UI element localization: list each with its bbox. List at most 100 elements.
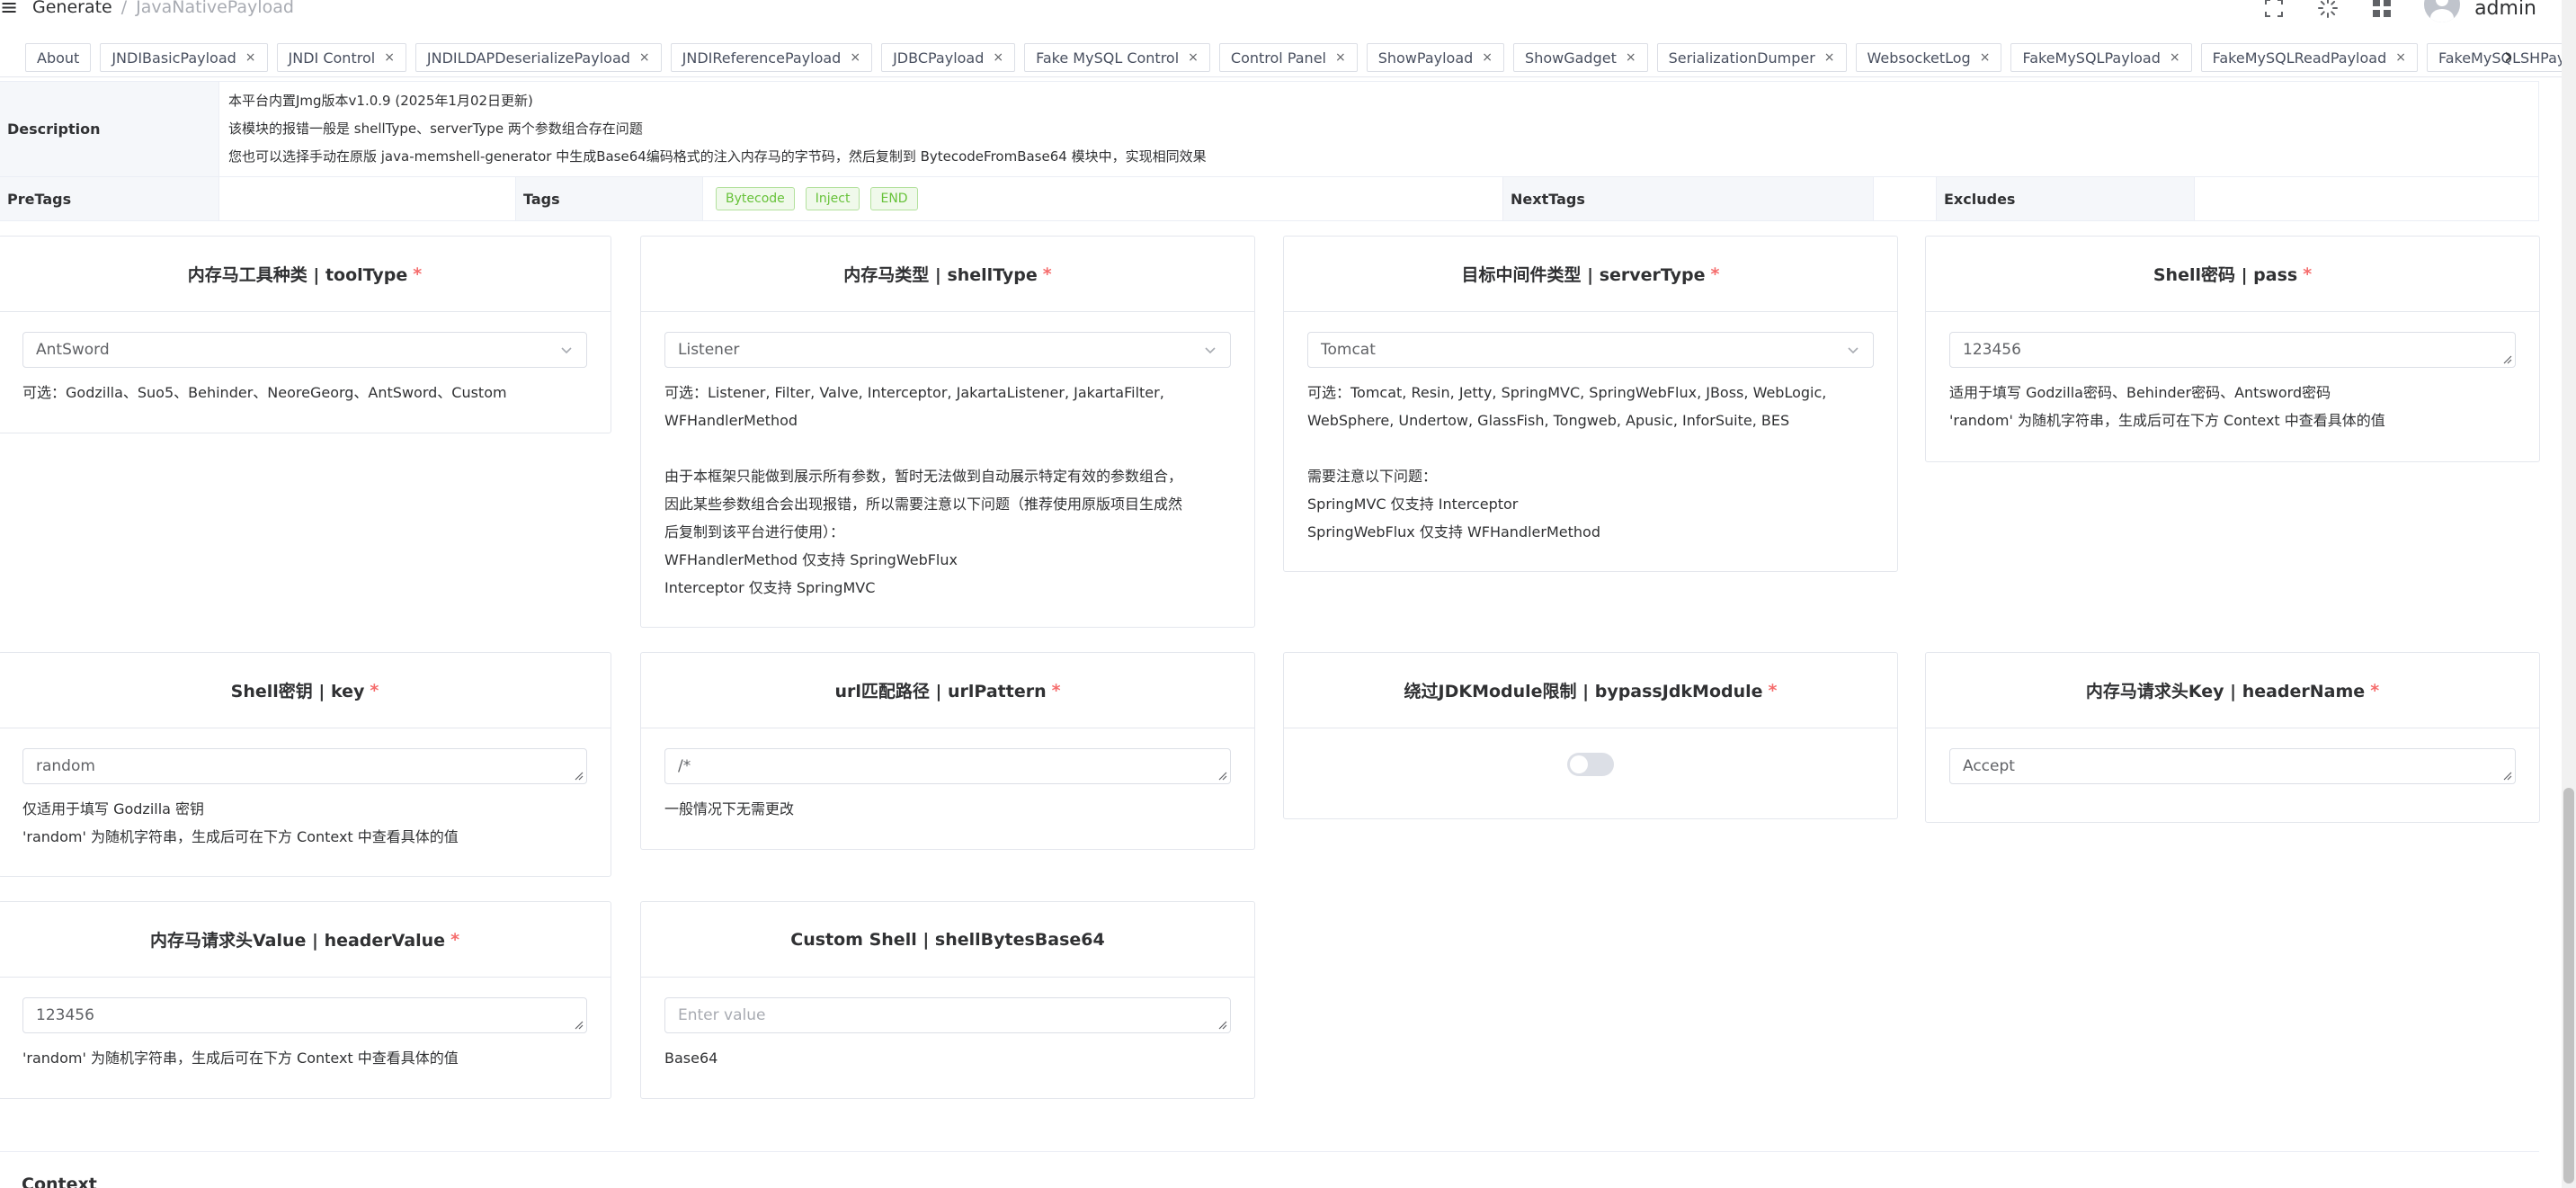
- tab-close-icon[interactable]: ×: [384, 50, 395, 65]
- nexttags-label: NextTags: [1503, 177, 1874, 220]
- pretags-value: [219, 177, 516, 220]
- tab-item[interactable]: FakeMySQLReadPayload ×: [2200, 43, 2418, 72]
- tab-item[interactable]: About: [25, 43, 92, 72]
- fullscreen-icon[interactable]: [2262, 0, 2286, 20]
- breadcrumb: Generate / JavaNativePayload: [32, 0, 294, 18]
- param-card-toolType: 内存马工具种类 | toolType * AntSword 可选：Godzilla、S…: [0, 236, 611, 433]
- card-body: Enter value Base64: [641, 978, 1254, 1090]
- card-title: 目标中间件类型 | serverType: [1461, 265, 1706, 285]
- resize-handle-icon[interactable]: [1217, 1019, 1227, 1030]
- tag-chip: Bytecode: [716, 187, 795, 210]
- field-help-text: 可选：Godzilla、Suo5、Behinder、NeoreGeorg、Ant…: [22, 384, 507, 401]
- field-help-text: 仅适用于填写 Godzilla 密钥 'random' 为随机字符串，生成后可在…: [22, 800, 459, 845]
- tab-close-icon[interactable]: ×: [1626, 50, 1636, 65]
- tab-item[interactable]: FakeMySQLPayload ×: [2010, 43, 2192, 72]
- tab-label: ShowGadget: [1525, 49, 1617, 67]
- tab-close-icon[interactable]: ×: [1335, 50, 1346, 65]
- textarea-shellBytesBase64[interactable]: Enter value: [664, 997, 1231, 1033]
- bypass-jdk-module-switch[interactable]: [1567, 753, 1614, 776]
- resize-handle-icon[interactable]: [1217, 770, 1227, 781]
- param-card-urlPattern: url匹配路径 | urlPattern * /* 一般情况下无需更改: [640, 652, 1255, 850]
- tab-item[interactable]: Control Panel ×: [1218, 43, 1358, 72]
- field-value: Tomcat: [1321, 341, 1376, 359]
- username[interactable]: admin: [2474, 0, 2536, 20]
- card-title: 内存马工具种类 | toolType: [187, 265, 408, 285]
- field-value: 123456: [1963, 341, 2021, 359]
- textarea-pass[interactable]: 123456: [1949, 332, 2516, 368]
- theme-loader-icon[interactable]: [2316, 0, 2340, 20]
- chevron-down-icon[interactable]: [1203, 343, 1217, 357]
- resize-handle-icon[interactable]: [573, 770, 584, 781]
- tab-close-icon[interactable]: ×: [1980, 50, 1991, 65]
- excludes-label: Excludes: [1937, 177, 2195, 220]
- tab-close-icon[interactable]: ×: [1824, 50, 1835, 65]
- tab-close-icon[interactable]: ×: [245, 50, 256, 65]
- context-title: Context: [22, 1175, 97, 1188]
- tab-item[interactable]: FakeMySQLSHPayload×: [2426, 43, 2576, 72]
- textarea-headerName[interactable]: Accept: [1949, 748, 2516, 784]
- resize-handle-icon[interactable]: [573, 1019, 584, 1030]
- tab-close-icon[interactable]: ×: [850, 50, 860, 65]
- tab-item[interactable]: ShowGadget ×: [1513, 43, 1648, 72]
- tab-item[interactable]: JNDIBasicPayload ×: [100, 43, 268, 72]
- param-card-bypassJdkModule: 绕过JDKModule限制 | bypassJdkModule *: [1283, 652, 1898, 819]
- card-header: url匹配路径 | urlPattern *: [641, 653, 1254, 728]
- tab-item[interactable]: JNDILDAPDeserializePayload ×: [414, 43, 662, 72]
- tabs-bar: About JNDIBasicPayload × JNDI Control × JNDIL…: [0, 40, 2576, 77]
- field-value: /*: [678, 757, 691, 775]
- param-card-headerName: 内存马请求头Key | headerName * Accept: [1925, 652, 2540, 823]
- tab-close-icon[interactable]: ×: [2170, 50, 2180, 65]
- textarea-headerValue[interactable]: 123456: [22, 997, 587, 1033]
- tabs-scroll-right-icon[interactable]: ›: [2504, 43, 2513, 70]
- field-value: AntSword: [36, 341, 110, 359]
- tab-close-icon[interactable]: ×: [639, 50, 650, 65]
- tab-close-icon[interactable]: ×: [1482, 50, 1493, 65]
- tab-label: WebsocketLog: [1867, 49, 1971, 67]
- card-title: 内存马类型 | shellType: [843, 265, 1038, 285]
- tab-item[interactable]: Fake MySQL Control ×: [1024, 43, 1210, 72]
- required-mark: *: [1042, 264, 1052, 284]
- required-mark: *: [1051, 680, 1061, 701]
- tab-label: JNDIReferencePayload: [682, 49, 842, 67]
- page-scrollbar-thumb[interactable]: [2563, 788, 2574, 1184]
- tab-item[interactable]: JNDIReferencePayload ×: [670, 43, 873, 72]
- resize-handle-icon[interactable]: [2501, 353, 2512, 364]
- header-actions: admin: [2262, 0, 2536, 22]
- excludes-value: [2195, 177, 2538, 220]
- chevron-down-icon[interactable]: [559, 343, 574, 357]
- card-body: Accept: [1926, 728, 2539, 802]
- select-shellType[interactable]: Listener: [664, 332, 1231, 368]
- tab-close-icon[interactable]: ×: [993, 50, 1003, 65]
- breadcrumb-separator: /: [120, 0, 128, 17]
- description-line: 您也可以选择手动在原版 java-memshell-generator 中生成B…: [228, 148, 1207, 165]
- breadcrumb-item-generate[interactable]: Generate: [32, 0, 112, 17]
- avatar-icon[interactable]: [2424, 0, 2461, 22]
- textarea-key[interactable]: random: [22, 748, 587, 784]
- tab-label: Fake MySQL Control: [1036, 49, 1180, 67]
- tab-label: JNDILDAPDeserializePayload: [426, 49, 630, 67]
- tab-item[interactable]: SerializationDumper ×: [1656, 43, 1847, 72]
- card-body: /* 一般情况下无需更改: [641, 728, 1254, 841]
- card-title: 内存马请求头Key | headerName: [2085, 682, 2366, 701]
- field-help-text: 一般情况下无需更改: [664, 800, 795, 817]
- card-header: 内存马类型 | shellType *: [641, 237, 1254, 312]
- tab-item[interactable]: ShowPayload ×: [1366, 43, 1505, 72]
- breadcrumb-item-current: JavaNativePayload: [136, 0, 294, 17]
- tab-item[interactable]: JDBCPayload ×: [881, 43, 1016, 72]
- field-value: Listener: [678, 341, 740, 359]
- field-help-text: 适用于填写 Godzilla密码、Behinder密码、Antsword密码 '…: [1949, 384, 2385, 429]
- required-mark: *: [450, 929, 460, 950]
- select-toolType[interactable]: AntSword: [22, 332, 587, 368]
- resize-handle-icon[interactable]: [2501, 770, 2512, 781]
- tab-close-icon[interactable]: ×: [1188, 50, 1199, 65]
- tab-label: Control Panel: [1230, 49, 1326, 67]
- tab-item[interactable]: JNDI Control ×: [276, 43, 406, 72]
- tab-item[interactable]: WebsocketLog ×: [1855, 43, 2002, 72]
- select-serverType[interactable]: Tomcat: [1307, 332, 1874, 368]
- textarea-urlPattern[interactable]: /*: [664, 748, 1231, 784]
- hamburger-menu-icon[interactable]: ≡: [0, 0, 20, 20]
- chevron-down-icon[interactable]: [1846, 343, 1860, 357]
- tab-close-icon[interactable]: ×: [2395, 50, 2406, 65]
- grid-apps-icon[interactable]: [2370, 0, 2393, 20]
- description-label: Description: [0, 82, 219, 176]
